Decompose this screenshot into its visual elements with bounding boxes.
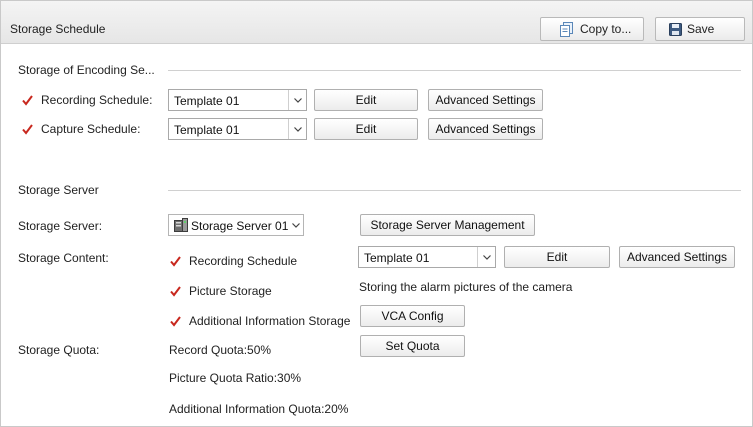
picture-quota-text: Picture Quota Ratio:30% — [169, 371, 302, 385]
recording-advanced-settings-button[interactable]: Advanced Settings — [428, 89, 543, 111]
capture-template-value: Template 01 — [174, 123, 240, 137]
storage-server-section-divider — [168, 190, 741, 191]
set-quota-button[interactable]: Set Quota — [360, 335, 465, 357]
content-recording-template-value: Template 01 — [364, 251, 430, 265]
storage-server-value: Storage Server 01 — [191, 219, 289, 233]
recording-schedule-label: Recording Schedule: — [41, 93, 153, 107]
recording-template-value: Template 01 — [174, 94, 240, 108]
additional-quota-text: Additional Information Quota:20% — [169, 402, 349, 416]
content-recording-template-select[interactable]: Template 01 — [358, 246, 496, 268]
record-quota-text: Record Quota:50% — [169, 343, 272, 357]
server-icon — [174, 218, 188, 235]
chevron-down-icon — [477, 247, 495, 267]
storage-server-section-title: Storage Server — [18, 183, 99, 197]
capture-advanced-settings-button[interactable]: Advanced Settings — [428, 118, 543, 140]
recording-schedule-checkbox[interactable] — [21, 94, 34, 107]
panel-header: Storage Schedule Copy to... Save — [1, 1, 752, 44]
copy-icon — [560, 22, 573, 37]
additional-info-storage-checkbox[interactable] — [169, 315, 182, 328]
vca-config-button[interactable]: VCA Config — [360, 305, 465, 327]
content-recording-schedule-label: Recording Schedule — [189, 254, 298, 268]
copy-to-label: Copy to... — [580, 22, 632, 36]
save-label: Save — [687, 22, 715, 36]
encoding-section-divider — [168, 70, 741, 71]
additional-info-storage-label: Additional Information Storage — [189, 314, 351, 328]
storage-content-label: Storage Content: — [18, 251, 109, 265]
capture-schedule-checkbox[interactable] — [21, 123, 34, 136]
chevron-down-icon — [289, 215, 303, 235]
save-icon — [669, 23, 682, 36]
capture-schedule-label: Capture Schedule: — [41, 122, 141, 136]
capture-edit-button[interactable]: Edit — [314, 118, 418, 140]
save-button[interactable]: Save — [655, 17, 745, 41]
content-advanced-settings-button[interactable]: Advanced Settings — [619, 246, 735, 268]
content-edit-button[interactable]: Edit — [504, 246, 610, 268]
capture-template-select[interactable]: Template 01 — [168, 118, 307, 140]
picture-storage-label: Picture Storage — [189, 284, 272, 298]
storage-server-management-button[interactable]: Storage Server Management — [360, 214, 535, 236]
recording-template-select[interactable]: Template 01 — [168, 89, 307, 111]
recording-edit-button[interactable]: Edit — [314, 89, 418, 111]
storage-quota-label: Storage Quota: — [18, 343, 100, 357]
panel-title: Storage Schedule — [10, 22, 106, 36]
storage-server-select[interactable]: Storage Server 01 — [168, 214, 304, 236]
copy-to-button[interactable]: Copy to... — [540, 17, 644, 41]
chevron-down-icon — [288, 90, 306, 110]
storage-server-label: Storage Server: — [18, 219, 103, 233]
content-recording-schedule-checkbox[interactable] — [169, 255, 182, 268]
picture-storage-checkbox[interactable] — [169, 285, 182, 298]
storage-schedule-panel: Storage Schedule Copy to... Save Storage… — [0, 0, 753, 427]
encoding-section-title: Storage of Encoding Se... — [18, 63, 155, 77]
chevron-down-icon — [288, 119, 306, 139]
picture-storage-note: Storing the alarm pictures of the camera — [359, 280, 573, 294]
